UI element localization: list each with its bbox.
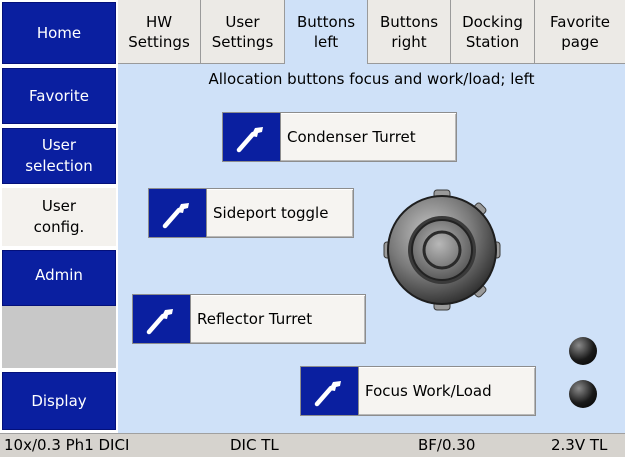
status-contrast: DIC TL bbox=[230, 436, 279, 454]
wrench-icon bbox=[149, 189, 207, 237]
sidebar-item-label: Home bbox=[36, 23, 82, 42]
focus-work-load-label: Focus Work/Load bbox=[365, 382, 492, 400]
tab-favorite-page[interactable]: Favorite page bbox=[534, 0, 625, 64]
sidebar-item-admin[interactable]: Admin bbox=[2, 250, 116, 306]
sidebar-item-favorite[interactable]: Favorite bbox=[2, 68, 116, 124]
sidebar-item-user-config[interactable]: User config. bbox=[2, 188, 116, 246]
sideport-toggle-button[interactable]: Sideport toggle bbox=[148, 188, 354, 238]
indicator-dot-lower bbox=[569, 380, 597, 408]
sidebar-item-label: User selection bbox=[25, 136, 93, 175]
page-title: Allocation buttons focus and work/load; … bbox=[208, 70, 535, 88]
sideport-toggle-label: Sideport toggle bbox=[213, 204, 329, 222]
focus-knob-icon bbox=[383, 189, 501, 311]
sidebar-item-home[interactable]: Home bbox=[2, 2, 116, 64]
tab-hw-settings[interactable]: HW Settings bbox=[118, 0, 200, 64]
focus-work-load-button[interactable]: Focus Work/Load bbox=[300, 366, 536, 416]
reflector-turret-label: Reflector Turret bbox=[197, 310, 313, 328]
tab-docking-station[interactable]: Docking Station bbox=[450, 0, 534, 64]
status-objective: 10x/0.3 Ph1 DICI bbox=[4, 436, 130, 454]
status-bar: 10x/0.3 Ph1 DICI DIC TL BF/0.30 2.3V TL bbox=[0, 433, 625, 457]
sidebar-item-label: User config. bbox=[33, 197, 85, 236]
tab-label: Favorite page bbox=[550, 12, 610, 51]
wrench-icon bbox=[301, 367, 359, 415]
sidebar-item-label: Admin bbox=[35, 266, 83, 284]
sidebar-item-empty bbox=[2, 306, 116, 368]
wrench-icon bbox=[133, 295, 191, 343]
indicator-dot-upper bbox=[569, 337, 597, 365]
tab-label: Buttons right bbox=[379, 12, 439, 51]
sidebar-item-display[interactable]: Display bbox=[2, 372, 116, 430]
tab-buttons-left[interactable]: Buttons left bbox=[284, 0, 367, 64]
status-voltage: 2.3V TL bbox=[551, 436, 608, 454]
condenser-turret-label: Condenser Turret bbox=[287, 128, 416, 146]
sidebar: Home Favorite User selection User config… bbox=[0, 0, 118, 433]
tab-label: User Settings bbox=[211, 12, 274, 51]
sidebar-item-label: Favorite bbox=[29, 86, 89, 105]
tab-buttons-right[interactable]: Buttons right bbox=[367, 0, 450, 64]
tab-label: Buttons left bbox=[296, 13, 356, 51]
wrench-icon bbox=[223, 113, 281, 161]
tab-bar: HW Settings User Settings Buttons left B… bbox=[118, 0, 625, 64]
tab-label: HW Settings bbox=[128, 12, 190, 51]
sidebar-item-user-selection[interactable]: User selection bbox=[2, 128, 116, 184]
main-panel: Allocation buttons focus and work/load; … bbox=[118, 64, 625, 433]
tab-user-settings[interactable]: User Settings bbox=[200, 0, 284, 64]
status-field: BF/0.30 bbox=[418, 436, 476, 454]
condenser-turret-button[interactable]: Condenser Turret bbox=[222, 112, 457, 162]
sidebar-item-label: Display bbox=[31, 391, 87, 410]
reflector-turret-button[interactable]: Reflector Turret bbox=[132, 294, 366, 344]
tab-label: Docking Station bbox=[462, 12, 523, 51]
